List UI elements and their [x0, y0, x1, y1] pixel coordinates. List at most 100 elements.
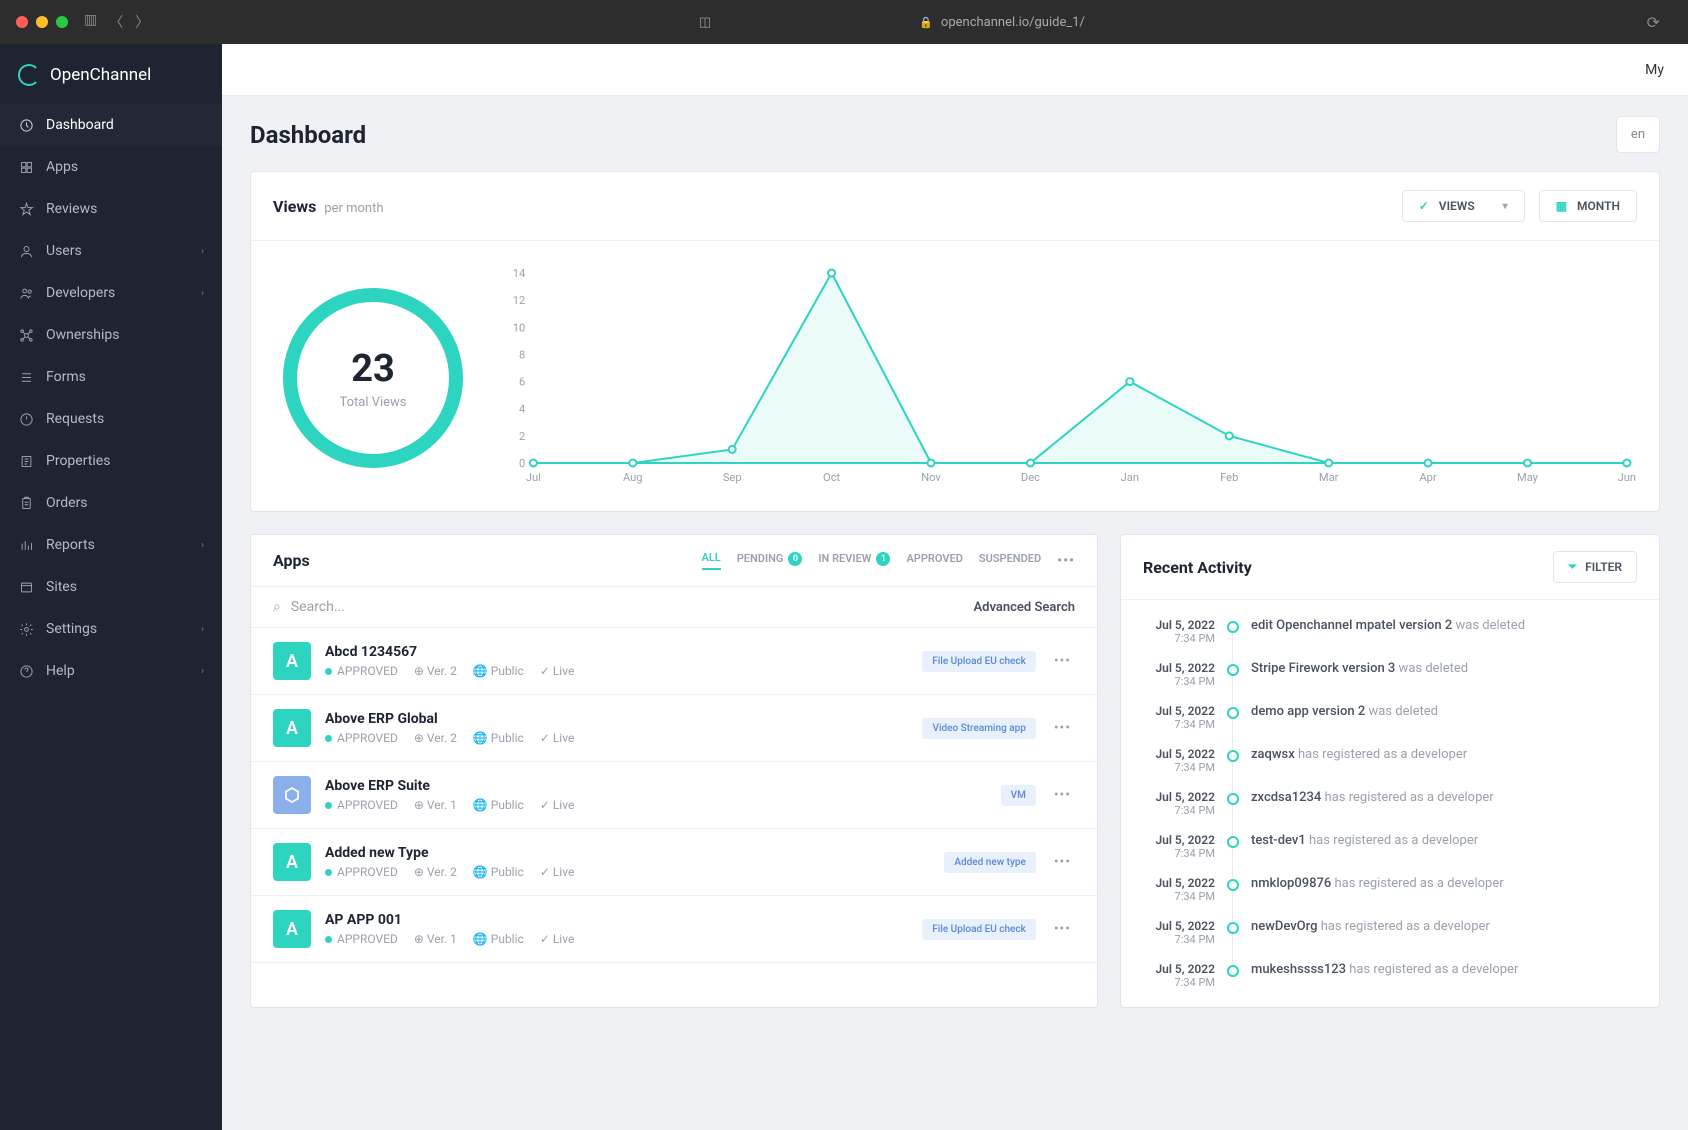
activity-date: Jul 5, 2022 [1143, 962, 1215, 976]
apps-icon [18, 159, 34, 175]
activity-text: Stripe Firework version 3 was deleted [1251, 661, 1637, 688]
views-title: Views [273, 197, 316, 216]
app-live: ✓ Live [540, 798, 575, 812]
apps-search-input[interactable] [291, 599, 974, 615]
tab-all[interactable]: ALL [702, 551, 721, 570]
tab-pending[interactable]: PENDING0 [737, 552, 803, 570]
activity-text: newDevOrg has registered as a developer [1251, 919, 1637, 946]
row-more-icon[interactable]: ••• [1050, 720, 1075, 736]
row-more-icon[interactable]: ••• [1050, 787, 1075, 803]
sidebar-item-label: Users [46, 243, 82, 259]
app-status: APPROVED [325, 664, 398, 678]
svg-text:2: 2 [519, 430, 525, 443]
sidebar-item-help[interactable]: Help› [0, 650, 222, 692]
sidebar-item-settings[interactable]: Settings› [0, 608, 222, 650]
sidebar-item-reports[interactable]: Reports› [0, 524, 222, 566]
topbar-user[interactable]: My [1645, 62, 1664, 78]
app-row[interactable]: A Above ERP Global APPROVED ⊕ Ver. 2 🌐 P… [251, 695, 1097, 762]
app-row[interactable]: A Abcd 1234567 APPROVED ⊕ Ver. 2 🌐 Publi… [251, 628, 1097, 695]
sidebar-item-properties[interactable]: Properties [0, 440, 222, 482]
forward-icon[interactable]: 〉 [135, 12, 149, 32]
app-status: APPROVED [325, 932, 398, 946]
sidebar-item-apps[interactable]: Apps [0, 146, 222, 188]
sidebar-item-dashboard[interactable]: Dashboard [0, 104, 222, 146]
filter-button[interactable]: ⏷ FILTER [1553, 551, 1637, 583]
svg-text:Mar: Mar [1319, 471, 1339, 484]
tab-label: SUSPENDED [979, 552, 1041, 565]
calendar-icon: ▦ [1556, 199, 1567, 213]
address-bar[interactable]: openchannel.io/guide_1/ [941, 15, 1085, 30]
app-icon: A [273, 709, 311, 747]
activity-dot-icon [1227, 965, 1239, 977]
activity-dot-icon [1227, 621, 1239, 633]
app-row[interactable]: ⬡ Above ERP Suite APPROVED ⊕ Ver. 1 🌐 Pu… [251, 762, 1097, 829]
activity-time: 7:34 PM [1143, 976, 1215, 989]
sidebar-item-requests[interactable]: Requests [0, 398, 222, 440]
minimize-window-button[interactable] [36, 16, 48, 28]
sidebar-item-reviews[interactable]: Reviews [0, 188, 222, 230]
reload-icon[interactable]: ⟳ [1635, 13, 1672, 32]
app-version: ⊕ Ver. 2 [414, 664, 457, 678]
svg-text:Aug: Aug [623, 471, 643, 484]
tab-approved[interactable]: APPROVED [906, 552, 962, 569]
tab-in-review[interactable]: IN REVIEW1 [818, 552, 890, 570]
activity-text: nmklop09876 has registered as a develope… [1251, 876, 1637, 903]
chevron-right-icon: › [201, 666, 204, 677]
activity-time: 7:34 PM [1143, 718, 1215, 731]
activity-row: Jul 5, 20227:34 PM Stripe Firework versi… [1121, 653, 1659, 696]
app-version: ⊕ Ver. 2 [414, 731, 457, 745]
sidebar-item-label: Forms [46, 369, 86, 385]
app-live: ✓ Live [540, 731, 575, 745]
shield-icon[interactable]: ◫ [699, 15, 711, 30]
sidebar-item-developers[interactable]: Developers› [0, 272, 222, 314]
views-subtitle: per month [324, 201, 383, 216]
period-select[interactable]: ▦ MONTH [1539, 190, 1637, 222]
back-icon[interactable]: 〈 [109, 12, 123, 32]
svg-text:Feb: Feb [1220, 471, 1238, 484]
app-row[interactable]: A AP APP 001 APPROVED ⊕ Ver. 1 🌐 Public … [251, 896, 1097, 963]
advanced-search-link[interactable]: Advanced Search [974, 600, 1076, 615]
app-name: Added new Type [325, 845, 930, 861]
more-icon[interactable]: ••• [1057, 553, 1075, 569]
traffic-lights [16, 16, 68, 28]
activity-date: Jul 5, 2022 [1143, 661, 1215, 675]
activity-text: zaqwsx has registered as a developer [1251, 747, 1637, 774]
app-tag: Added new type [944, 852, 1035, 873]
logo[interactable]: OpenChannel [0, 44, 222, 104]
sidebar-item-forms[interactable]: Forms [0, 356, 222, 398]
row-more-icon[interactable]: ••• [1050, 854, 1075, 870]
orders-icon [18, 495, 34, 511]
svg-text:10: 10 [513, 321, 525, 334]
activity-time: 7:34 PM [1143, 761, 1215, 774]
locale-input[interactable]: en [1616, 116, 1660, 153]
row-more-icon[interactable]: ••• [1050, 653, 1075, 669]
sidebar: OpenChannel DashboardAppsReviewsUsers›De… [0, 44, 222, 1130]
metric-select[interactable]: ✓ VIEWS ▾ [1402, 190, 1525, 222]
app-tag: Video Streaming app [922, 718, 1035, 739]
tab-label: IN REVIEW [818, 552, 871, 565]
tab-label: APPROVED [906, 552, 962, 565]
svg-text:4: 4 [519, 403, 525, 416]
app-icon: A [273, 843, 311, 881]
maximize-window-button[interactable] [56, 16, 68, 28]
sidebar-item-sites[interactable]: Sites [0, 566, 222, 608]
app-row[interactable]: A Added new Type APPROVED ⊕ Ver. 2 🌐 Pub… [251, 829, 1097, 896]
tab-count-badge: 0 [788, 552, 802, 566]
sidebar-item-ownerships[interactable]: Ownerships [0, 314, 222, 356]
sidebar-toggle-icon[interactable]: ▥ [84, 12, 97, 32]
activity-text: zxcdsa1234 has registered as a developer [1251, 790, 1637, 817]
sidebar-item-users[interactable]: Users› [0, 230, 222, 272]
sidebar-item-orders[interactable]: Orders [0, 482, 222, 524]
activity-dot-icon [1227, 750, 1239, 762]
activity-time: 7:34 PM [1143, 675, 1215, 688]
app-name: Above ERP Global [325, 711, 908, 727]
app-tag: File Upload EU check [922, 651, 1036, 672]
activity-dot-icon [1227, 836, 1239, 848]
close-window-button[interactable] [16, 16, 28, 28]
tab-suspended[interactable]: SUSPENDED [979, 552, 1041, 569]
svg-text:Nov: Nov [921, 471, 941, 484]
row-more-icon[interactable]: ••• [1050, 921, 1075, 937]
sidebar-item-label: Sites [46, 579, 77, 595]
page-title: Dashboard [250, 121, 366, 149]
sites-icon [18, 579, 34, 595]
